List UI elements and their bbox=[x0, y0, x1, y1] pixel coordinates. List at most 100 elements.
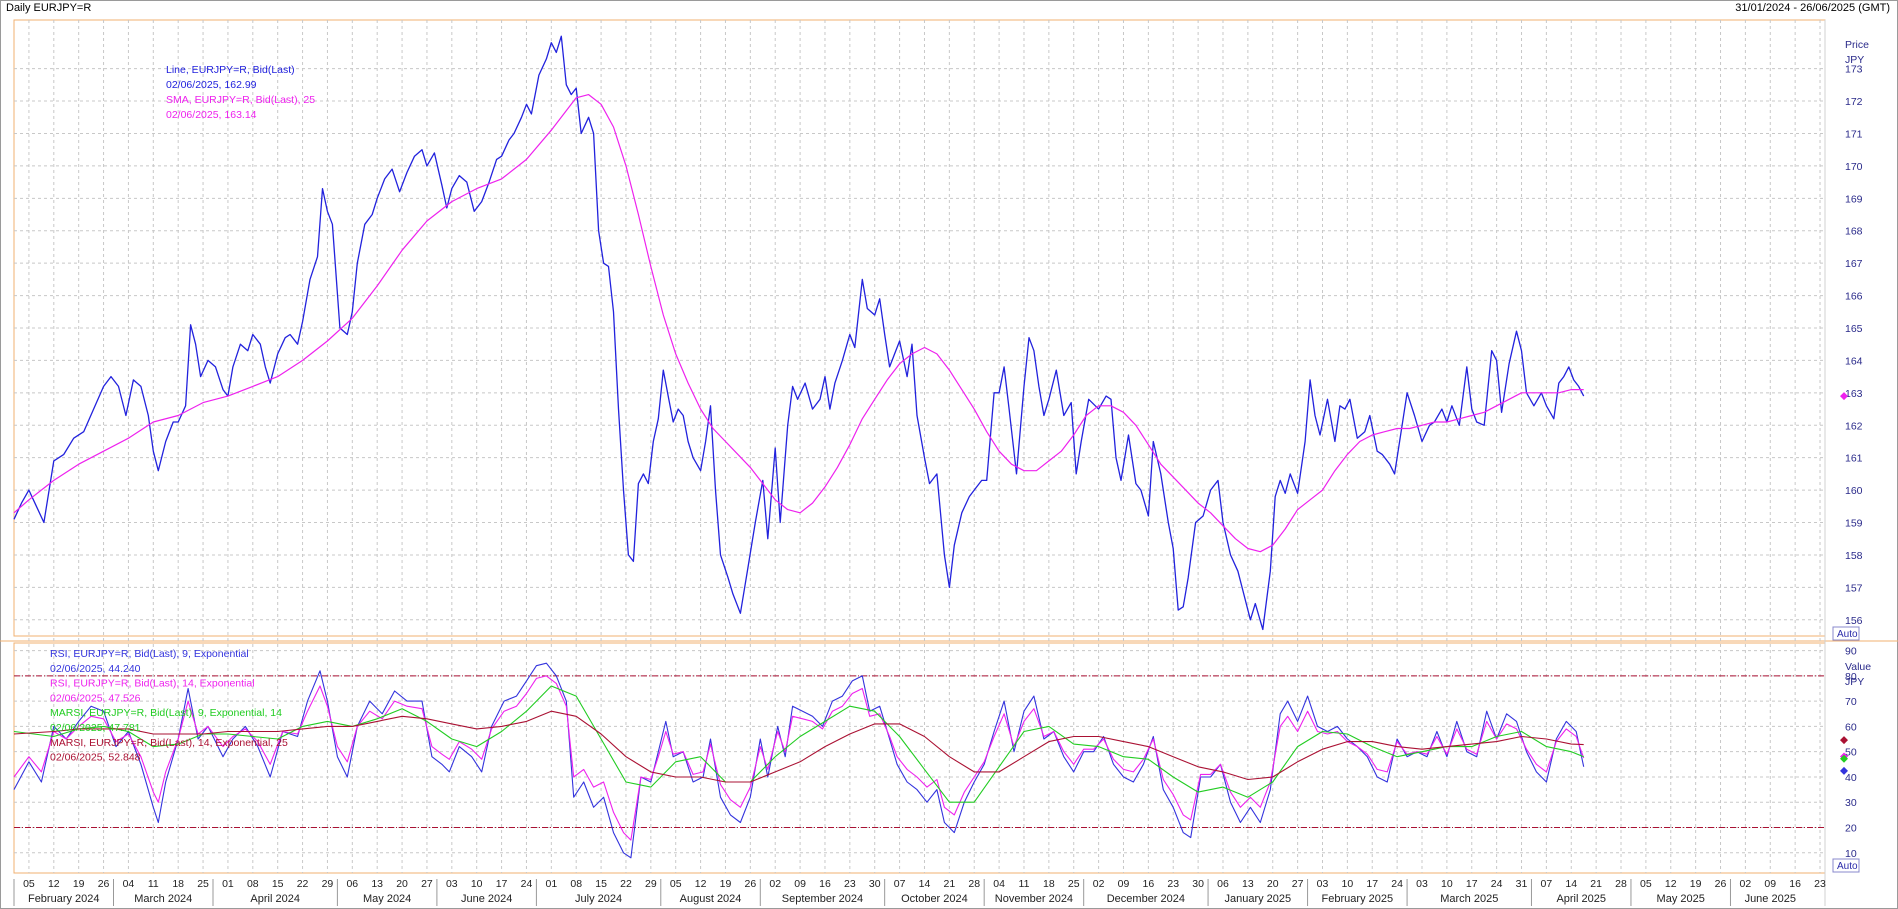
rsi-tick-label: 30 bbox=[1845, 797, 1857, 809]
price-tick-label: 160 bbox=[1845, 485, 1863, 497]
x-tick-label: 22 bbox=[297, 878, 309, 890]
rsi-legend-entry: 02/06/2025, 47.526 bbox=[50, 692, 141, 704]
rsi-axis-unit: JPY bbox=[1845, 676, 1864, 688]
x-tick-label: 26 bbox=[1715, 878, 1727, 890]
rsi-legend-entry: 02/06/2025, 44.240 bbox=[50, 663, 141, 675]
x-tick-label: 25 bbox=[197, 878, 209, 890]
rsi-tick-label: 90 bbox=[1845, 646, 1857, 658]
rsi-legend-entry: 02/06/2025, 52.848 bbox=[50, 752, 141, 764]
price-axis-title: Price bbox=[1845, 39, 1869, 51]
rsi-tick-label: 10 bbox=[1845, 848, 1857, 860]
x-tick-label: 17 bbox=[1366, 878, 1378, 890]
month-label: August 2024 bbox=[680, 893, 742, 905]
x-tick-label: 05 bbox=[670, 878, 682, 890]
rsi-legend-entry: RSI, EURJPY=R, Bid(Last), 9, Exponential bbox=[50, 648, 249, 660]
x-tick-label: 17 bbox=[496, 878, 508, 890]
rsi-legend-entry: RSI, EURJPY=R, Bid(Last), 14, Exponentia… bbox=[50, 678, 255, 690]
x-tick-label: 12 bbox=[1665, 878, 1677, 890]
price-legend-entry: Line, EURJPY=R, Bid(Last) bbox=[166, 64, 295, 76]
x-tick-label: 11 bbox=[148, 878, 159, 890]
rsi-pane-border bbox=[13, 642, 1826, 874]
price-legend-entry: SMA, EURJPY=R, Bid(Last), 25 bbox=[166, 94, 315, 106]
month-label: March 2024 bbox=[134, 893, 192, 905]
x-tick-label: 17 bbox=[1466, 878, 1478, 890]
price-tick-label: 157 bbox=[1845, 582, 1863, 594]
x-tick-label: 26 bbox=[98, 878, 110, 890]
x-tick-label: 20 bbox=[1267, 878, 1279, 890]
x-tick-label: 22 bbox=[620, 878, 632, 890]
rsi-legend-entry: MARSI, EURJPY=R, Bid(Last), 14, Exponent… bbox=[50, 737, 288, 749]
chart-canvas[interactable]: 05 12 19 26 04 11 18 25 01 08 15 22 29 06 13 20 27 03 10 17… bbox=[0, 0, 1898, 909]
price-tick-label: 161 bbox=[1845, 453, 1863, 465]
price-tick-label: 170 bbox=[1845, 161, 1863, 173]
x-tick-label: 01 bbox=[545, 878, 557, 890]
x-tick-label: 23 bbox=[1814, 878, 1826, 890]
x-tick-label: 05 bbox=[1640, 878, 1652, 890]
x-tick-label: 10 bbox=[1342, 878, 1354, 890]
price-tick-label: 165 bbox=[1845, 323, 1863, 335]
x-tick-label: 24 bbox=[521, 878, 533, 890]
x-tick-label: 30 bbox=[1192, 878, 1204, 890]
x-tick-label: 24 bbox=[1391, 878, 1403, 890]
month-label: May 2025 bbox=[1657, 893, 1705, 905]
x-tick-label: 29 bbox=[322, 878, 334, 890]
month-label: February 2024 bbox=[28, 893, 100, 905]
x-tick-label: 08 bbox=[570, 878, 582, 890]
x-tick-label: 11 bbox=[1019, 878, 1030, 890]
x-tick-label: 28 bbox=[968, 878, 980, 890]
price-tick-label: 159 bbox=[1845, 518, 1863, 530]
price-tick-label: 168 bbox=[1845, 226, 1863, 238]
x-tick-label: 01 bbox=[222, 878, 234, 890]
x-tick-label: 12 bbox=[695, 878, 707, 890]
month-label: April 2025 bbox=[1556, 893, 1606, 905]
rsi-tick-label: 70 bbox=[1845, 696, 1857, 708]
month-label: February 2025 bbox=[1322, 893, 1394, 905]
month-label: October 2024 bbox=[901, 893, 968, 905]
x-tick-label: 07 bbox=[1541, 878, 1553, 890]
x-tick-label: 10 bbox=[471, 878, 483, 890]
month-label: September 2024 bbox=[782, 893, 863, 905]
x-tick-label: 18 bbox=[172, 878, 184, 890]
x-tick-label: 03 bbox=[446, 878, 458, 890]
x-tick-label: 27 bbox=[421, 878, 433, 890]
x-tick-label: 25 bbox=[1068, 878, 1080, 890]
x-tick-label: 07 bbox=[894, 878, 906, 890]
price-legend-entry: 02/06/2025, 162.99 bbox=[166, 79, 257, 91]
x-tick-label: 15 bbox=[272, 878, 284, 890]
rsi-tick-label: 20 bbox=[1845, 823, 1857, 835]
price-tick-label: 162 bbox=[1845, 420, 1863, 432]
price-tick-label: 167 bbox=[1845, 258, 1863, 270]
rsi-last-marker bbox=[1840, 736, 1848, 745]
x-tick-label: 21 bbox=[1590, 878, 1602, 890]
x-tick-label: 13 bbox=[371, 878, 383, 890]
x-tick-label: 12 bbox=[48, 878, 60, 890]
x-tick-label: 16 bbox=[819, 878, 831, 890]
x-tick-label: 21 bbox=[944, 878, 956, 890]
series-line-rsi14 bbox=[13, 675, 1585, 841]
price-auto-label: Auto bbox=[1837, 629, 1858, 640]
month-label: June 2025 bbox=[1745, 893, 1796, 905]
month-label: January 2025 bbox=[1224, 893, 1291, 905]
series-line-rsi9 bbox=[13, 662, 1585, 859]
rsi-auto-label: Auto bbox=[1837, 861, 1858, 872]
x-tick-label: 06 bbox=[346, 878, 358, 890]
x-tick-label: 02 bbox=[1093, 878, 1105, 890]
x-tick-label: 24 bbox=[1491, 878, 1503, 890]
x-tick-label: 23 bbox=[844, 878, 856, 890]
price-tick-label: 171 bbox=[1845, 128, 1863, 140]
x-tick-label: 23 bbox=[1167, 878, 1179, 890]
x-tick-label: 28 bbox=[1615, 878, 1627, 890]
x-tick-label: 13 bbox=[1242, 878, 1254, 890]
x-tick-label: 04 bbox=[993, 878, 1005, 890]
price-tick-label: 169 bbox=[1845, 193, 1863, 205]
price-tick-label: 156 bbox=[1845, 615, 1863, 627]
x-tick-label: 04 bbox=[123, 878, 135, 890]
price-axis-unit: JPY bbox=[1845, 54, 1864, 66]
x-tick-label: 03 bbox=[1317, 878, 1329, 890]
series-line-price_line bbox=[13, 35, 1585, 631]
rsi-axis-title: Value bbox=[1845, 661, 1871, 673]
x-tick-label: 09 bbox=[794, 878, 806, 890]
x-tick-label: 19 bbox=[720, 878, 732, 890]
price-tick-label: 158 bbox=[1845, 550, 1863, 562]
x-tick-label: 15 bbox=[595, 878, 607, 890]
